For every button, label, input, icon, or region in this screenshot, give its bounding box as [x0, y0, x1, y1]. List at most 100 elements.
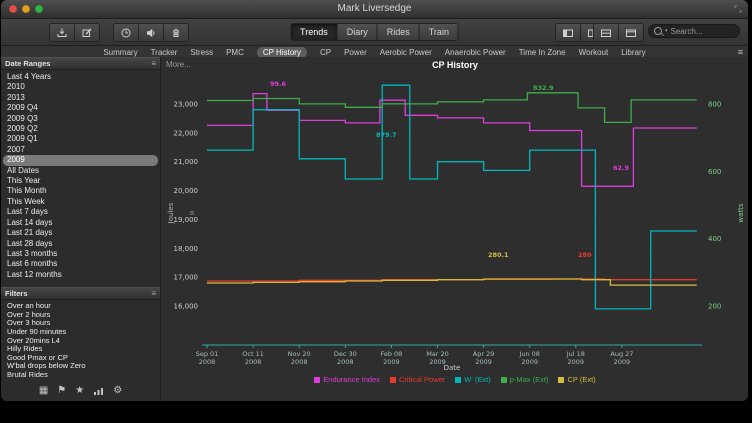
date-range-item[interactable]: 2009 Q1	[1, 134, 160, 144]
star-icon[interactable]: ★	[75, 386, 84, 396]
search-icon[interactable]	[654, 27, 662, 35]
toolbar-group-middle	[113, 23, 189, 42]
date-range-item[interactable]: 2010	[1, 82, 160, 92]
left-axis-tick-label: 20,000	[174, 187, 199, 195]
date-range-item[interactable]: All Dates	[1, 166, 160, 176]
date-range-item[interactable]: This Month	[1, 186, 160, 196]
date-range-item[interactable]: Last 7 days	[1, 207, 160, 217]
search-field: ▾	[648, 24, 740, 38]
view-segments: TrendsDiaryRidesTrain	[290, 23, 459, 41]
chart-legend: Endurance IndexCritical PowerW' (Ext)p-M…	[162, 375, 748, 384]
date-ranges-menu-icon[interactable]: ≡	[151, 58, 156, 69]
value-annotation: 99.6	[270, 80, 287, 88]
zoom-button[interactable]	[35, 5, 43, 13]
left-axis-title: Joules	[167, 202, 175, 224]
layout-rows-button[interactable]	[593, 23, 619, 42]
x-tick-label: Jun 08	[518, 350, 540, 358]
x-tick-label: 2008	[199, 358, 216, 366]
x-tick-label: 2008	[337, 358, 354, 366]
x-tick-label: Mar 20	[426, 350, 449, 358]
legend-label: Endurance Index	[323, 375, 380, 384]
filters-list: Over an hourOver 2 hoursOver 3 hoursUnde…	[1, 300, 160, 381]
legend-item: W' (Ext)	[455, 375, 490, 384]
date-range-item[interactable]: Last 3 months	[1, 249, 160, 259]
legend-swatch	[558, 377, 564, 383]
legend-swatch	[455, 377, 461, 383]
search-input[interactable]	[671, 27, 734, 36]
toolbar: TrendsDiaryRidesTrain	[1, 19, 748, 46]
date-range-item[interactable]: 2009 Q3	[1, 114, 160, 124]
titlebar: Mark Liversedge	[1, 0, 748, 19]
date-range-item[interactable]: Last 12 months	[1, 270, 160, 280]
search-scope-chevron-icon: ▾	[665, 28, 668, 34]
minimize-button[interactable]	[22, 5, 30, 13]
fullscreen-icon[interactable]	[734, 5, 742, 13]
toolbar-group-tiles	[593, 23, 644, 42]
date-range-item[interactable]: 2007	[1, 145, 160, 155]
export-button[interactable]	[49, 23, 75, 42]
date-range-item[interactable]: Last 28 days	[1, 239, 160, 249]
segment-rides[interactable]: Rides	[378, 23, 420, 41]
legend-swatch	[390, 377, 396, 383]
left-axis-tick-label: 23,000	[174, 100, 199, 108]
close-button[interactable]	[9, 5, 17, 13]
legend-item: Endurance Index	[314, 375, 380, 384]
date-range-item[interactable]: 2009 Q4	[1, 103, 160, 113]
date-range-item[interactable]: Last 4 Years	[1, 72, 160, 82]
date-range-item[interactable]: 2009 Q2	[1, 124, 160, 134]
legend-swatch	[501, 377, 507, 383]
date-range-item[interactable]: 2013	[1, 93, 160, 103]
calendar-icon[interactable]: ▦	[39, 386, 48, 396]
right-axis-title: watts	[737, 203, 745, 223]
left-axis-tick-label: 19,000	[174, 216, 199, 224]
x-tick-label: 2009	[521, 358, 538, 366]
more-link[interactable]: More...	[166, 60, 191, 69]
date-range-item[interactable]: Last 6 months	[1, 259, 160, 269]
filters-menu-icon[interactable]: ≡	[151, 288, 156, 299]
date-range-item[interactable]: Last 21 days	[1, 228, 160, 238]
filter-item[interactable]: Brutal Rides	[1, 371, 160, 380]
window-button[interactable]	[619, 23, 644, 42]
value-annotation: 280	[578, 251, 592, 259]
layout-rows-icon	[600, 27, 612, 39]
cp-history-plot: Sep 012008Oct 112008Nov 202008Dec 302008…	[162, 73, 748, 375]
right-axis-tick-label: 400	[708, 235, 721, 243]
segment-train[interactable]: Train	[420, 23, 459, 41]
toolbar-group-left	[49, 23, 100, 42]
trash-button[interactable]	[164, 23, 189, 42]
tab-menu-icon[interactable]: ≡	[738, 47, 743, 57]
left-axis-tick-label: 18,000	[174, 245, 199, 253]
speaker-button[interactable]	[139, 23, 164, 42]
chart-icon[interactable]	[93, 386, 104, 396]
app-window: Mark Liversedge	[1, 0, 748, 401]
value-annotation: 280.1	[488, 251, 509, 259]
date-range-item[interactable]: Last 14 days	[1, 218, 160, 228]
series-w-ext	[207, 85, 697, 309]
right-axis-tick-label: 200	[708, 302, 721, 310]
tray-download-icon	[56, 27, 68, 39]
left-axis-tick-label: 16,000	[174, 303, 199, 311]
value-annotation: 832.9	[533, 84, 554, 92]
legend-label: CP (Ext)	[567, 375, 595, 384]
left-axis-tick-label: 21,000	[174, 158, 199, 166]
gear-icon[interactable]: ⚙	[113, 386, 122, 396]
x-tick-label: Aug 27	[610, 350, 633, 358]
series-endurance-index	[207, 94, 697, 187]
clock-button[interactable]	[113, 23, 139, 42]
flag-icon[interactable]: ⚑	[57, 386, 66, 396]
date-range-item[interactable]: This Week	[1, 197, 160, 207]
x-tick-label: Feb 08	[380, 350, 402, 358]
date-range-item[interactable]: 2009	[3, 155, 158, 165]
speaker-icon	[145, 27, 157, 39]
date-range-item[interactable]: This Year	[1, 176, 160, 186]
window-icon	[625, 27, 637, 39]
segment-trends[interactable]: Trends	[290, 23, 338, 41]
legend-label: Critical Power	[399, 375, 445, 384]
axis-menu-icon: ≡	[189, 209, 195, 217]
sidebar-toolbar: ▦ ⚑ ★ ⚙	[1, 386, 160, 396]
compose-button[interactable]	[75, 23, 100, 42]
sidebar-toggle-button[interactable]	[555, 23, 581, 42]
x-tick-label: Sep 01	[196, 350, 219, 358]
sidebar: Date Ranges ≡ Last 4 Years201020132009 Q…	[1, 57, 161, 401]
segment-diary[interactable]: Diary	[338, 23, 378, 41]
